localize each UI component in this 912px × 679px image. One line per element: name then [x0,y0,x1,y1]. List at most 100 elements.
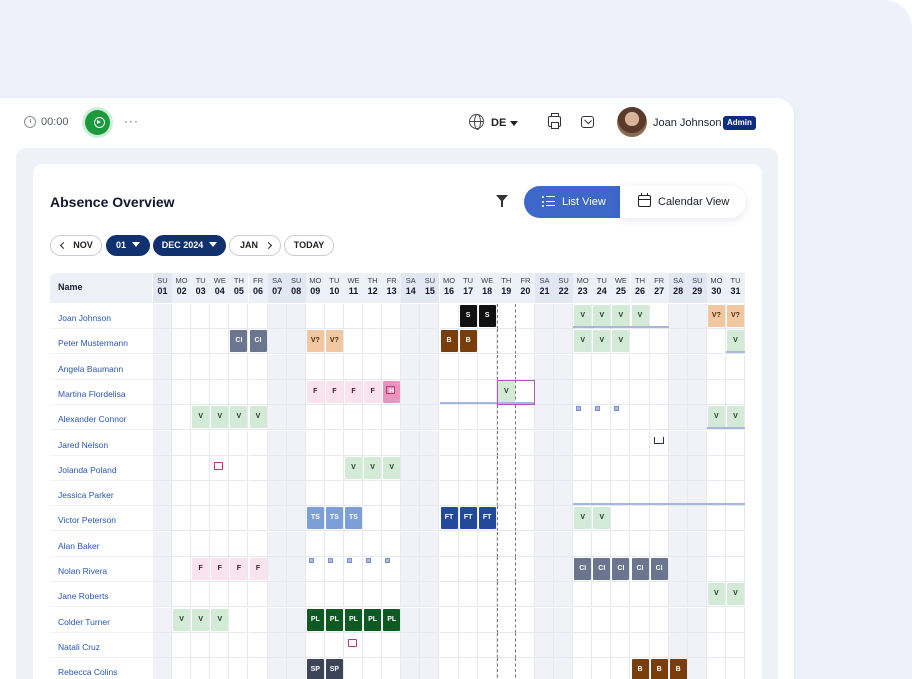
day-cell[interactable] [611,354,631,380]
day-cell[interactable] [324,531,344,557]
day-cell[interactable] [439,481,459,507]
day-cell[interactable] [305,354,325,380]
absence-block[interactable]: F [364,380,382,403]
absence-block[interactable]: V [211,406,229,429]
day-cell[interactable] [439,632,459,658]
day-cell[interactable] [153,557,172,582]
day-cell[interactable] [191,379,211,405]
day-cell[interactable] [707,658,726,679]
day-cell[interactable] [363,304,383,329]
day-cell[interactable] [630,405,650,431]
day-cell[interactable] [630,582,650,608]
absence-block[interactable]: CI [249,330,267,353]
day-cell[interactable] [267,632,287,658]
day-cell[interactable] [267,430,287,456]
day-cell[interactable] [726,455,745,481]
day-cell[interactable] [477,557,497,582]
day-cell[interactable] [363,329,383,355]
pending-request-icon[interactable] [595,406,601,412]
day-cell[interactable] [515,531,535,557]
day-cell[interactable] [573,658,593,679]
day-cell[interactable] [229,304,249,329]
day-cell[interactable] [172,632,192,658]
day-cell[interactable] [172,405,192,431]
day-cell[interactable] [458,582,478,608]
day-cell[interactable] [630,379,650,405]
day-cell[interactable] [459,658,478,679]
day-cell[interactable] [535,632,554,658]
absence-block[interactable]: F [325,380,343,403]
day-cell[interactable] [649,506,669,532]
day-cell[interactable] [248,430,268,456]
day-cell[interactable] [458,632,478,658]
day-cell[interactable] [248,481,268,507]
absence-block[interactable]: V [631,305,649,327]
day-cell[interactable] [401,531,421,557]
absence-block[interactable]: PL [383,608,401,631]
day-cell[interactable] [477,329,497,355]
day-cell[interactable] [172,379,192,405]
absence-block[interactable]: V [383,456,401,479]
absence-block[interactable]: S [459,305,477,327]
employee-name[interactable]: Victor Peterson [50,506,152,532]
day-cell[interactable] [573,531,593,557]
shopping-basket-icon[interactable] [348,638,357,647]
day-cell[interactable] [305,632,325,658]
day-cell[interactable] [172,506,192,532]
day-cell[interactable] [267,304,287,329]
day-cell[interactable] [496,304,516,329]
day-cell[interactable] [554,506,574,532]
day-cell[interactable] [706,455,726,481]
day-cell[interactable] [210,379,230,405]
day-cell[interactable] [382,329,402,355]
day-cell[interactable] [687,455,707,481]
day-cell[interactable] [286,481,306,507]
day-cell[interactable] [515,304,535,329]
day-cell[interactable] [535,354,554,380]
day-cell[interactable] [687,379,707,405]
day-cell[interactable] [668,506,688,532]
day-cell[interactable] [401,405,421,431]
user-name[interactable]: Joan Johnson [653,117,722,129]
day-cell[interactable] [210,304,230,329]
day-cell[interactable] [324,304,344,329]
employee-name[interactable]: Rebecca Colins [50,658,152,679]
absence-block[interactable]: PL [325,608,343,631]
day-cell[interactable] [229,607,249,633]
absence-block[interactable]: TS [306,507,324,530]
absence-block[interactable]: B [440,330,458,353]
absence-block[interactable]: F [249,558,267,580]
absence-block[interactable]: V [593,330,611,353]
day-cell[interactable] [210,506,230,532]
day-cell[interactable] [535,430,554,456]
day-cell[interactable] [172,481,192,507]
day-cell[interactable] [286,354,306,380]
day-cell[interactable] [153,379,172,405]
absence-block[interactable]: V [364,456,382,479]
day-cell[interactable] [726,557,745,582]
day-cell[interactable] [210,481,230,507]
caret-down-icon[interactable] [510,121,518,126]
day-cell[interactable] [153,607,172,633]
day-cell[interactable] [267,379,287,405]
day-cell[interactable] [649,531,669,557]
day-cell[interactable] [267,455,287,481]
day-cell[interactable] [401,632,421,658]
day-cell[interactable] [191,632,211,658]
day-cell[interactable] [515,557,535,582]
day-cell[interactable] [458,354,478,380]
day-cell[interactable] [172,430,192,456]
day-cell[interactable] [535,405,554,431]
absence-block[interactable]: V? [325,330,343,353]
absence-block[interactable]: B [650,659,668,679]
day-cell[interactable] [535,607,554,633]
filter-icon[interactable] [496,195,508,207]
day-cell[interactable] [706,430,726,456]
day-cell[interactable] [286,582,306,608]
employee-name[interactable]: Peter Mustermann [50,329,152,355]
day-cell[interactable] [649,455,669,481]
day-cell[interactable] [458,531,478,557]
absence-block[interactable]: CI [574,558,592,580]
day-cell[interactable] [687,632,707,658]
absence-block[interactable]: F [306,380,324,403]
